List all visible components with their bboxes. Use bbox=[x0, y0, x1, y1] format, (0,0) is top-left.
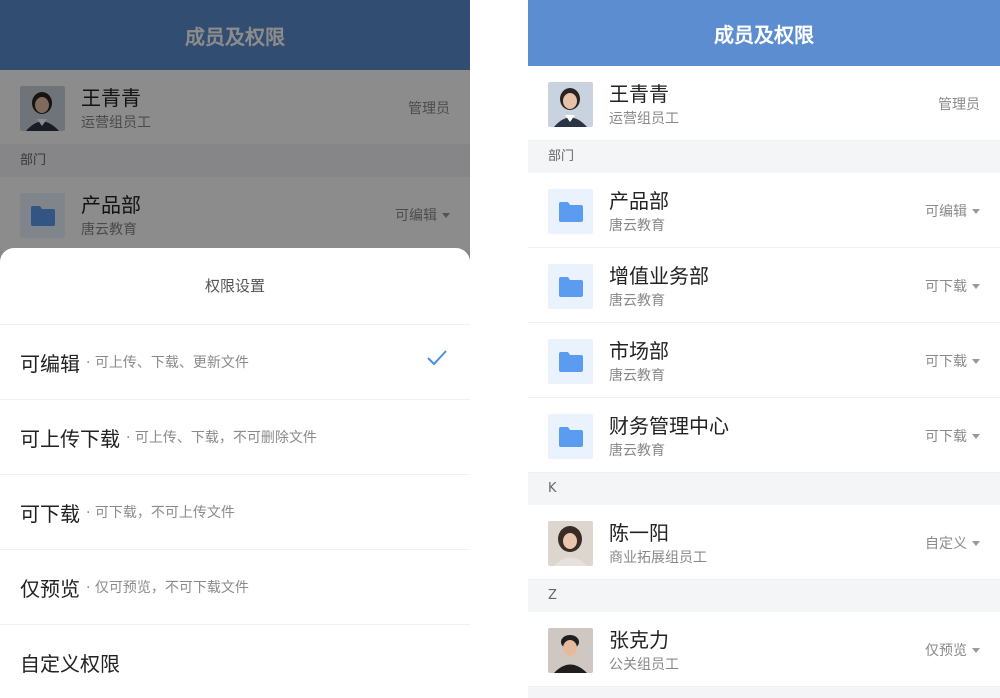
section-header-department: 部门 bbox=[528, 141, 1000, 173]
checkmark-icon bbox=[426, 349, 448, 371]
permission-dropdown[interactable]: 可下载 bbox=[925, 351, 980, 371]
department-name: 增值业务部 bbox=[609, 264, 709, 288]
left-screen: 成员及权限 王青青 运营组员工 管理员 部门 产品部 唐云教育 可编辑 权限设置… bbox=[0, 0, 470, 698]
option-desc: · 可上传、下载、更新文件 bbox=[86, 355, 249, 371]
member-role: 公关组员工 bbox=[609, 657, 679, 673]
nav-bar: 成员及权限 bbox=[528, 0, 1000, 66]
avatar bbox=[548, 82, 593, 127]
option-preview-only[interactable]: 仅预览 · 仅可预览，不可下载文件 bbox=[0, 550, 470, 625]
page-title: 成员及权限 bbox=[714, 22, 814, 47]
member-role: 运营组员工 bbox=[609, 111, 679, 127]
member-name: 陈一阳 bbox=[609, 521, 669, 545]
option-name: 仅预览 bbox=[20, 576, 80, 601]
option-desc: · 仅可预览，不可下载文件 bbox=[86, 580, 249, 596]
option-name: 自定义权限 bbox=[20, 652, 120, 676]
member-name: 王青青 bbox=[609, 82, 669, 106]
department-org: 唐云教育 bbox=[609, 443, 665, 459]
department-row[interactable]: 增值业务部 唐云教育 可下载 bbox=[528, 248, 1000, 323]
folder-icon bbox=[548, 339, 593, 384]
department-name: 市场部 bbox=[609, 339, 669, 363]
caret-down-icon bbox=[972, 358, 980, 364]
department-name: 产品部 bbox=[609, 189, 669, 213]
permission-dropdown[interactable]: 可下载 bbox=[925, 276, 980, 296]
caret-down-icon bbox=[972, 540, 980, 546]
caret-down-icon bbox=[972, 647, 980, 653]
department-row[interactable]: 产品部 唐云教育 可编辑 bbox=[528, 173, 1000, 248]
member-row[interactable]: 张克力 公关组员工 仅预览 bbox=[528, 612, 1000, 687]
caret-down-icon bbox=[972, 433, 980, 439]
option-desc: · 可上传、下载，不可删除文件 bbox=[126, 430, 317, 446]
right-screen: 成员及权限 王青青 运营组员工 管理员 部门 产品部 唐云教育 可编辑 增值业务… bbox=[528, 0, 1000, 698]
department-row[interactable]: 市场部 唐云教育 可下载 bbox=[528, 323, 1000, 398]
option-download[interactable]: 可下载 · 可下载，不可上传文件 bbox=[0, 475, 470, 550]
folder-icon bbox=[548, 264, 593, 309]
department-org: 唐云教育 bbox=[609, 218, 665, 234]
permission-label: 管理员 bbox=[938, 97, 980, 113]
admin-row[interactable]: 王青青 运营组员工 管理员 bbox=[528, 66, 1000, 141]
permission-sheet: 权限设置 可编辑 · 可上传、下载、更新文件 可上传下载 · 可上传、下载，不可… bbox=[0, 248, 470, 698]
permission-dropdown[interactable]: 仅预览 bbox=[925, 640, 980, 660]
department-name: 财务管理中心 bbox=[609, 414, 729, 438]
member-row[interactable]: 陈一阳 商业拓展组员工 自定义 bbox=[528, 505, 1000, 580]
option-name: 可上传下载 bbox=[20, 426, 120, 451]
folder-icon bbox=[548, 189, 593, 234]
option-name: 可下载 bbox=[20, 501, 80, 526]
department-org: 唐云教育 bbox=[609, 368, 665, 384]
avatar bbox=[548, 521, 593, 566]
department-row[interactable]: 财务管理中心 唐云教育 可下载 bbox=[528, 398, 1000, 473]
option-desc: · 可下载，不可上传文件 bbox=[86, 505, 235, 521]
option-upload-download[interactable]: 可上传下载 · 可上传、下载，不可删除文件 bbox=[0, 400, 470, 475]
folder-icon bbox=[548, 414, 593, 459]
section-header-k: K bbox=[528, 473, 1000, 505]
caret-down-icon bbox=[972, 283, 980, 289]
caret-down-icon bbox=[972, 208, 980, 214]
department-org: 唐云教育 bbox=[609, 293, 665, 309]
sheet-title: 权限设置 bbox=[0, 248, 470, 325]
member-role: 商业拓展组员工 bbox=[609, 550, 707, 566]
permission-dropdown[interactable]: 可下载 bbox=[925, 426, 980, 446]
member-name: 张克力 bbox=[609, 628, 669, 652]
permission-dropdown[interactable]: 可编辑 bbox=[925, 201, 980, 221]
permission-dropdown[interactable]: 自定义 bbox=[925, 533, 980, 553]
option-custom[interactable]: 自定义权限 bbox=[0, 625, 470, 698]
avatar bbox=[548, 628, 593, 673]
option-name: 可编辑 bbox=[20, 351, 80, 376]
option-editable[interactable]: 可编辑 · 可上传、下载、更新文件 bbox=[0, 325, 470, 400]
section-header-z: Z bbox=[528, 580, 1000, 612]
